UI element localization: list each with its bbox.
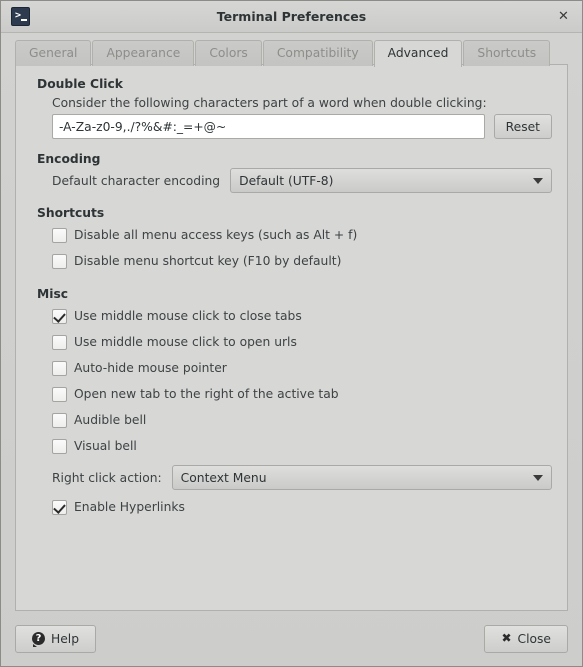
checkbox-disable-menu-access-keys[interactable]: [52, 227, 67, 243]
option-auto-hide-mouse-pointer[interactable]: Auto-hide mouse pointer: [52, 355, 552, 381]
section-misc: Misc Use middle mouse click to close tab…: [31, 287, 552, 520]
right-click-action-value: Context Menu: [180, 470, 267, 485]
section-double-click: Double Click Consider the following char…: [31, 77, 552, 139]
word-chars-row: Reset: [52, 114, 552, 139]
option-disable-menu-shortcut-key[interactable]: Disable menu shortcut key (F10 by defaul…: [52, 248, 552, 274]
tab-bar: General Appearance Colors Compatibility …: [1, 33, 582, 67]
checkbox-middle-click-open-urls[interactable]: [52, 334, 67, 350]
checkbox-open-new-tab-right[interactable]: [52, 386, 67, 402]
option-enable-hyperlinks[interactable]: Enable Hyperlinks: [52, 494, 552, 520]
cross-icon: ✖: [501, 631, 512, 645]
window-close-button[interactable]: ✕: [555, 8, 572, 25]
tab-general[interactable]: General: [15, 40, 92, 66]
section-shortcuts: Shortcuts Disable all menu access keys (…: [31, 206, 552, 274]
encoding-row: Default character encoding Default (UTF-…: [52, 168, 552, 193]
encoding-select[interactable]: Default (UTF-8): [230, 168, 552, 193]
window-title: Terminal Preferences: [216, 9, 367, 24]
checkbox-middle-click-close-tabs[interactable]: [52, 308, 67, 324]
label-middle-click-open-urls: Use middle mouse click to open urls: [74, 335, 297, 349]
checkbox-disable-menu-shortcut-key[interactable]: [52, 253, 67, 269]
encoding-value: Default (UTF-8): [239, 173, 334, 188]
close-button[interactable]: ✖ Close: [484, 624, 568, 653]
question-mark-icon: ?: [32, 632, 45, 647]
option-middle-click-open-urls[interactable]: Use middle mouse click to open urls: [52, 329, 552, 355]
tab-shortcuts[interactable]: Shortcuts: [463, 40, 551, 66]
tab-colors[interactable]: Colors: [195, 40, 262, 66]
section-title-shortcuts: Shortcuts: [37, 206, 105, 220]
label-visual-bell: Visual bell: [74, 439, 137, 453]
tab-appearance[interactable]: Appearance: [92, 40, 195, 66]
advanced-settings-panel: Double Click Consider the following char…: [15, 64, 568, 611]
checkbox-auto-hide-mouse-pointer[interactable]: [52, 360, 67, 376]
title-bar: Terminal Preferences ✕: [1, 1, 582, 33]
section-title-encoding: Encoding: [37, 152, 101, 166]
preferences-window: Terminal Preferences ✕ General Appearanc…: [0, 0, 583, 667]
double-click-description: Consider the following characters part o…: [52, 96, 487, 110]
label-auto-hide-mouse-pointer: Auto-hide mouse pointer: [74, 361, 227, 375]
label-enable-hyperlinks: Enable Hyperlinks: [74, 500, 185, 514]
option-middle-click-close-tabs[interactable]: Use middle mouse click to close tabs: [52, 303, 552, 329]
label-disable-menu-access-keys: Disable all menu access keys (such as Al…: [74, 228, 358, 242]
section-encoding: Encoding Default character encoding Defa…: [31, 152, 552, 193]
option-visual-bell[interactable]: Visual bell: [52, 433, 552, 459]
option-disable-menu-access-keys[interactable]: Disable all menu access keys (such as Al…: [52, 222, 552, 248]
help-button[interactable]: ? Help: [15, 624, 97, 653]
checkbox-visual-bell[interactable]: [52, 438, 67, 454]
section-title-double-click: Double Click: [37, 77, 123, 91]
close-button-label: Close: [517, 631, 552, 646]
terminal-icon: [11, 7, 30, 26]
option-audible-bell[interactable]: Audible bell: [52, 407, 552, 433]
checkbox-audible-bell[interactable]: [52, 412, 67, 428]
checkbox-enable-hyperlinks[interactable]: [52, 499, 67, 515]
tab-compatibility[interactable]: Compatibility: [262, 40, 373, 66]
dialog-action-bar: ? Help ✖ Close: [1, 611, 582, 666]
chevron-down-icon: [533, 474, 543, 481]
section-title-misc: Misc: [37, 287, 69, 301]
help-button-label: Help: [51, 631, 80, 646]
right-click-action-select[interactable]: Context Menu: [171, 465, 552, 490]
right-click-action-label: Right click action:: [52, 470, 162, 485]
chevron-down-icon: [533, 177, 543, 184]
label-open-new-tab-right: Open new tab to the right of the active …: [74, 387, 339, 401]
label-audible-bell: Audible bell: [74, 413, 147, 427]
right-click-action-row: Right click action: Context Menu: [52, 465, 552, 490]
reset-button[interactable]: Reset: [493, 114, 552, 139]
label-disable-menu-shortcut-key: Disable menu shortcut key (F10 by defaul…: [74, 254, 342, 268]
encoding-label: Default character encoding: [52, 173, 221, 188]
word-chars-input[interactable]: [52, 114, 485, 139]
option-open-new-tab-right[interactable]: Open new tab to the right of the active …: [52, 381, 552, 407]
label-middle-click-close-tabs: Use middle mouse click to close tabs: [74, 309, 302, 323]
tab-advanced[interactable]: Advanced: [373, 40, 463, 67]
